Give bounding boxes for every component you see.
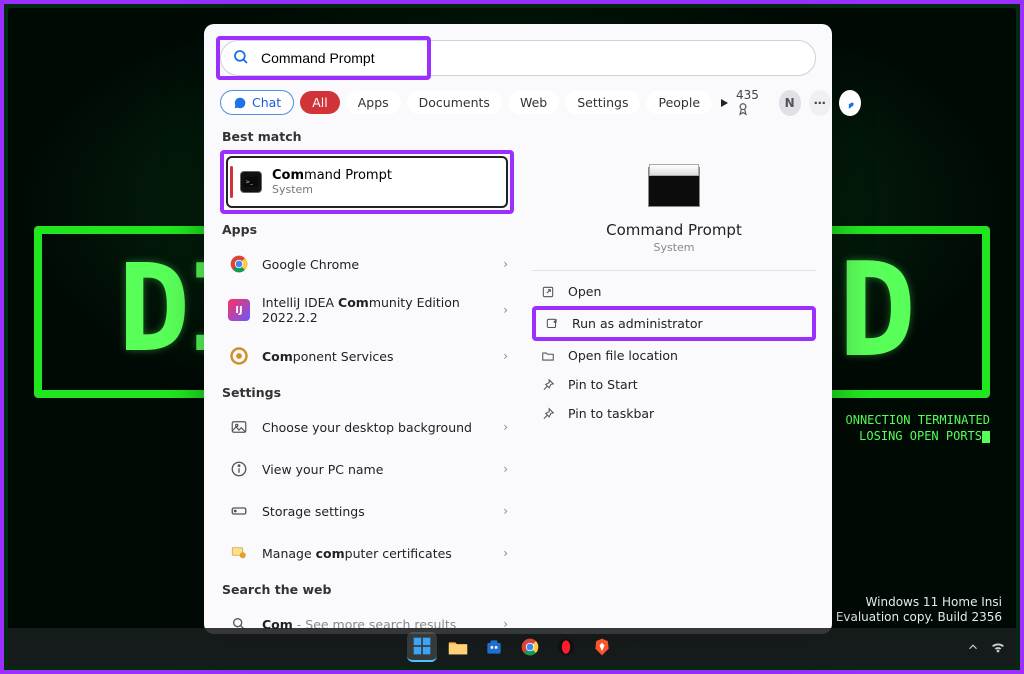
- preview-pane: Command Prompt System Open Run as admini…: [522, 127, 832, 634]
- intellij-icon: IJ: [228, 299, 250, 321]
- highlight-best-match: >_ Command Prompt System: [220, 150, 514, 214]
- shield-icon: [544, 317, 560, 331]
- chevron-right-icon: ›: [503, 420, 508, 434]
- group-settings: Settings: [222, 385, 514, 400]
- action-pin-to-taskbar[interactable]: Pin to taskbar: [532, 399, 816, 428]
- tab-web[interactable]: Web: [508, 91, 559, 114]
- info-icon: [228, 458, 250, 480]
- open-icon: [540, 285, 556, 299]
- chrome-icon: [228, 253, 250, 275]
- action-pin-to-start[interactable]: Pin to Start: [532, 370, 816, 399]
- best-match-title: Command Prompt: [272, 168, 392, 183]
- taskbar: [8, 628, 1016, 666]
- pin-icon: [540, 407, 556, 421]
- component-services-icon: [228, 345, 250, 367]
- chevron-right-icon: ›: [503, 546, 508, 560]
- chevron-right-icon: ›: [503, 303, 508, 317]
- result-pc-name[interactable]: View your PC name ›: [220, 448, 514, 490]
- result-storage[interactable]: Storage settings ›: [220, 490, 514, 532]
- command-prompt-preview-icon: [648, 167, 700, 207]
- more-options-button[interactable]: ⋯: [809, 90, 831, 116]
- picture-icon: [228, 416, 250, 438]
- tab-chat[interactable]: Chat: [220, 90, 294, 115]
- chevron-right-icon: ›: [503, 257, 508, 271]
- tab-settings[interactable]: Settings: [565, 91, 640, 114]
- result-intellij[interactable]: IJ IntelliJ IDEA Community Edition 2022.…: [220, 285, 514, 335]
- bing-button[interactable]: [839, 90, 861, 116]
- tab-all[interactable]: All: [300, 91, 340, 114]
- group-apps: Apps: [222, 222, 514, 237]
- tab-apps[interactable]: Apps: [346, 91, 401, 114]
- action-run-as-administrator[interactable]: Run as administrator: [536, 310, 812, 337]
- tab-people[interactable]: People: [646, 91, 712, 114]
- system-tray[interactable]: [966, 628, 1006, 666]
- result-component-services[interactable]: Component Services ›: [220, 335, 514, 377]
- svg-text:>_: >_: [245, 179, 253, 185]
- result-certificates[interactable]: Manage computer certificates ›: [220, 532, 514, 574]
- action-open-file-location[interactable]: Open file location: [532, 341, 816, 370]
- wallpaper-text-right: D: [838, 234, 916, 386]
- command-prompt-icon: >_: [240, 171, 262, 193]
- best-match-subtitle: System: [272, 183, 392, 196]
- preview-title: Command Prompt: [532, 221, 816, 239]
- taskbar-brave[interactable]: [587, 632, 617, 662]
- windows-watermark: Windows 11 Home Insi Evaluation copy. Bu…: [836, 595, 1002, 626]
- taskbar-opera[interactable]: [551, 632, 581, 662]
- storage-icon: [228, 500, 250, 522]
- account-avatar[interactable]: N: [779, 90, 801, 116]
- chevron-right-icon: ›: [503, 349, 508, 363]
- action-open[interactable]: Open: [532, 277, 816, 306]
- certificate-icon: [228, 542, 250, 564]
- result-google-chrome[interactable]: Google Chrome ›: [220, 243, 514, 285]
- chevron-up-icon[interactable]: [966, 640, 980, 654]
- search-input[interactable]: [220, 40, 816, 76]
- highlight-run-admin: Run as administrator: [532, 306, 816, 341]
- taskbar-chrome[interactable]: [515, 632, 545, 662]
- start-button[interactable]: [407, 632, 437, 662]
- result-desktop-background[interactable]: Choose your desktop background ›: [220, 406, 514, 448]
- chevron-right-icon: ›: [503, 462, 508, 476]
- folder-icon: [540, 349, 556, 363]
- wifi-icon[interactable]: [990, 640, 1006, 654]
- wallpaper-terminal-text: ONNECTION TERMINATED LOSING OPEN PORTS: [846, 412, 991, 444]
- taskbar-explorer[interactable]: [443, 632, 473, 662]
- preview-subtitle: System: [532, 241, 816, 254]
- taskbar-store[interactable]: [479, 632, 509, 662]
- group-search-web: Search the web: [222, 582, 514, 597]
- rewards-count[interactable]: 435: [736, 88, 771, 117]
- pin-icon: [540, 378, 556, 392]
- group-best-match: Best match: [222, 129, 514, 144]
- start-search-panel: Chat All Apps Documents Web Settings Peo…: [204, 24, 832, 634]
- tab-documents[interactable]: Documents: [407, 91, 502, 114]
- search-filter-tabs: Chat All Apps Documents Web Settings Peo…: [220, 88, 816, 117]
- chevron-right-icon: ›: [503, 504, 508, 518]
- more-filters-button[interactable]: [718, 90, 730, 116]
- result-command-prompt[interactable]: >_ Command Prompt System: [226, 156, 508, 208]
- search-icon: [232, 48, 250, 66]
